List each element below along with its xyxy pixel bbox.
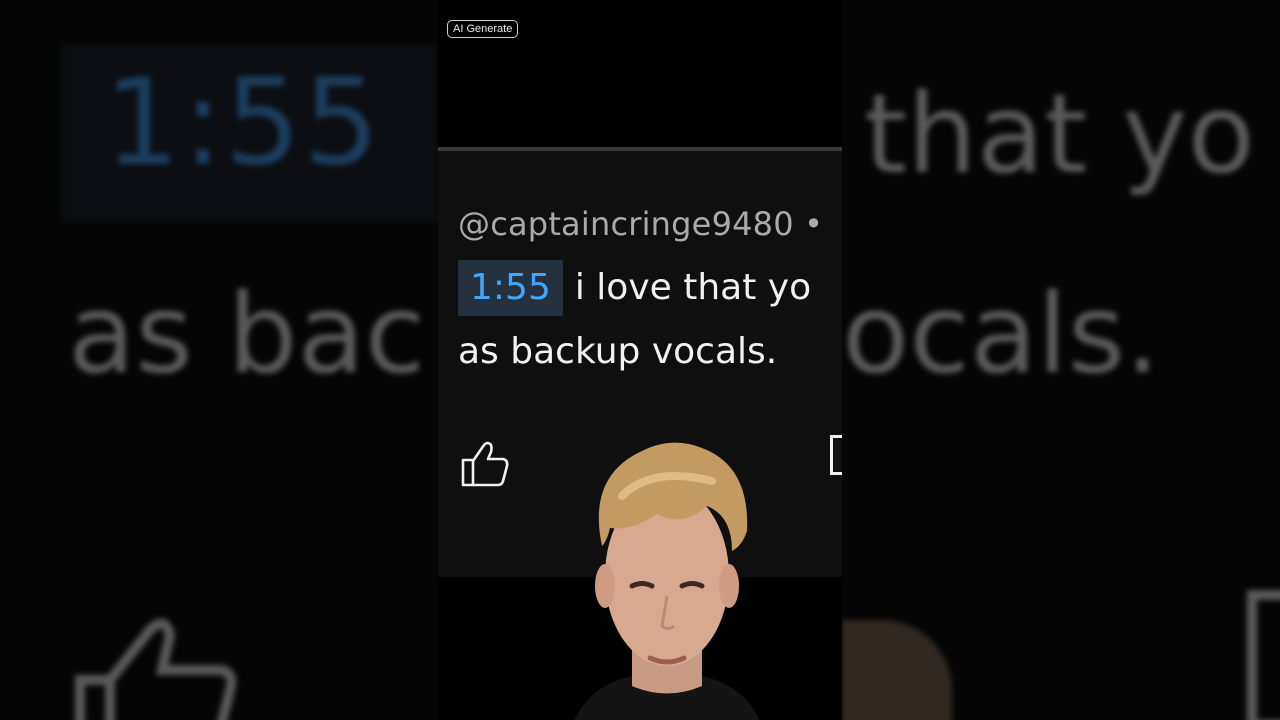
comment-author: @captaincringe9480 • xyxy=(458,205,824,243)
blurred-comment-icon xyxy=(1247,590,1280,720)
comment-text-line-1: 1:55 i love that yo xyxy=(458,260,811,316)
blurred-background-left: 1:55 as bac xyxy=(0,0,438,720)
comment-text-line-2: as backup vocals. xyxy=(458,331,778,372)
ai-generate-button[interactable]: AI Generate xyxy=(447,20,519,38)
card-divider xyxy=(438,147,842,151)
blurred-timestamp-box: 1:55 xyxy=(62,44,438,222)
comment-text: i love that yo xyxy=(574,267,812,308)
blurred-text-line: ocals. xyxy=(842,270,1161,398)
blurred-timestamp: 1:55 xyxy=(104,54,382,193)
person-video xyxy=(574,442,760,720)
timestamp-link[interactable]: 1:55 xyxy=(458,260,563,316)
blurred-comment-left: 1:55 as bac xyxy=(0,0,438,720)
blurred-person xyxy=(842,620,952,720)
blurred-background-right: that yo ocals. xyxy=(842,0,1280,720)
blurred-text-line: that yo xyxy=(864,70,1255,198)
video-frame: @captaincringe9480 • 1:55 i love that yo … xyxy=(438,0,842,720)
thumbs-up-icon[interactable] xyxy=(460,439,510,489)
blurred-text-line: as bac xyxy=(68,270,426,398)
blurred-comment-right: that yo ocals. xyxy=(842,0,1280,720)
comment-icon[interactable] xyxy=(830,435,842,475)
thumbs-up-icon xyxy=(75,618,237,720)
